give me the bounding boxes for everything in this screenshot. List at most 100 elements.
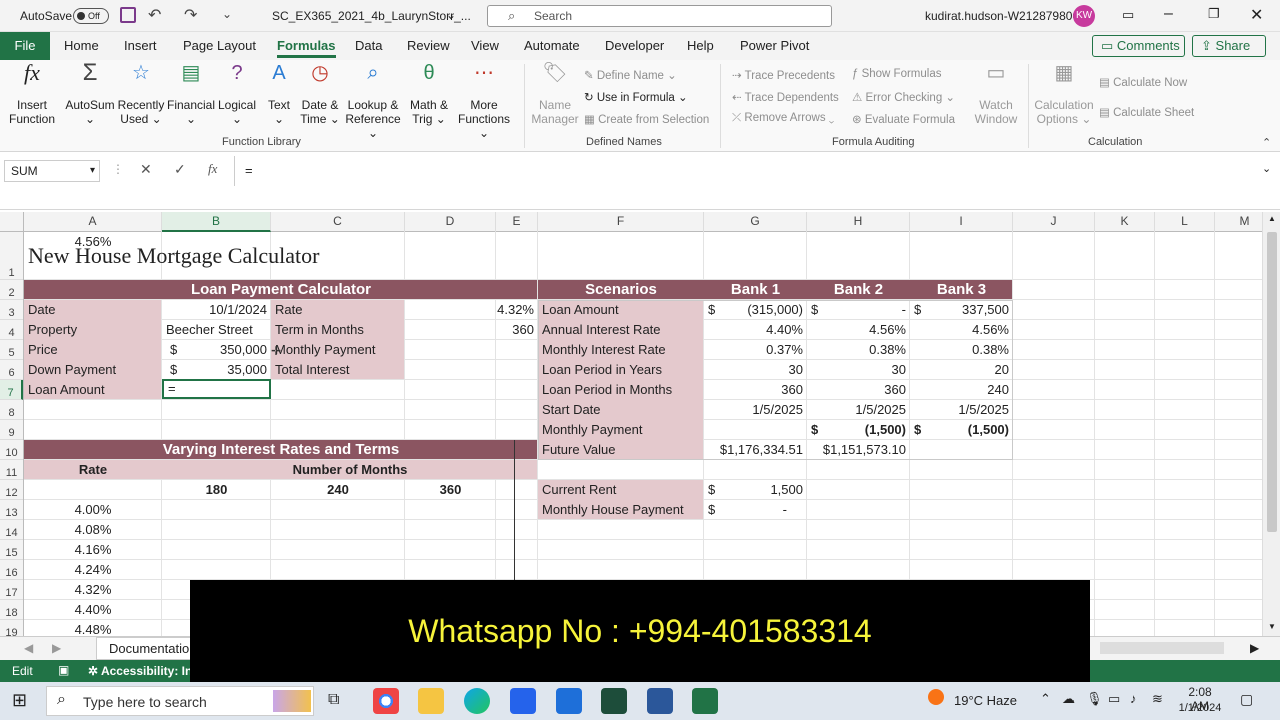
current-rent-label[interactable]: Current Rent: [538, 480, 704, 499]
define-name-button[interactable]: ✎ Define Name ⌄: [584, 68, 677, 82]
row-header-4[interactable]: 4: [0, 320, 23, 340]
formula-input[interactable]: =: [234, 156, 1274, 186]
total-interest-label[interactable]: Total Interest: [271, 360, 405, 379]
name-manager-button[interactable]: 🏷 Name Manager: [530, 63, 580, 126]
term-label[interactable]: Term in Months: [271, 320, 405, 339]
row-header-18[interactable]: 18: [0, 600, 23, 620]
insert-function-icon[interactable]: fx: [208, 161, 217, 177]
active-cell-loan-amount[interactable]: =: [162, 379, 271, 399]
battery-icon[interactable]: ▭: [1108, 691, 1120, 707]
excel-icon[interactable]: [692, 688, 718, 714]
column-header-d[interactable]: D: [405, 212, 496, 232]
row-header-2[interactable]: 2: [0, 280, 23, 300]
minimize-icon[interactable]: –: [1164, 5, 1173, 23]
notifications-icon[interactable]: ▢: [1240, 691, 1253, 708]
row-header-7[interactable]: 7: [0, 380, 23, 400]
rate-row[interactable]: 4.16%: [24, 540, 162, 559]
scenario-label[interactable]: Loan Period in Months: [538, 380, 704, 399]
tab-review[interactable]: Review: [407, 38, 450, 53]
use-in-formula-button[interactable]: ↻ Use in Formula ⌄: [584, 90, 688, 104]
term-240[interactable]: 240: [271, 480, 405, 499]
row-header-10[interactable]: 10: [0, 440, 23, 460]
row-header-1[interactable]: 1: [0, 232, 23, 280]
monthly-house-label[interactable]: Monthly House Payment: [538, 500, 704, 519]
term-180[interactable]: 180: [162, 480, 271, 499]
create-from-selection-button[interactable]: ▦ Create from Selection: [584, 112, 709, 126]
volume-icon[interactable]: ♪: [1130, 691, 1137, 706]
row-header-3[interactable]: 3: [0, 300, 23, 320]
tab-help[interactable]: Help: [687, 38, 714, 53]
monthly-payment-label[interactable]: Monthly Payment: [271, 340, 405, 359]
scenario-value[interactable]: 20: [910, 360, 1013, 379]
taskbar-search[interactable]: ⌕ Type here to search: [46, 686, 314, 716]
tab-file[interactable]: File: [0, 32, 50, 60]
loan-calc-header[interactable]: Loan Payment Calculator: [24, 280, 538, 299]
row-header-9[interactable]: 9: [0, 420, 23, 440]
scroll-down-icon[interactable]: ▼: [1268, 622, 1276, 631]
column-header-g[interactable]: G: [704, 212, 807, 232]
trace-precedents-button[interactable]: ⇢ Trace Precedents: [732, 68, 835, 82]
scenario-value[interactable]: 240: [910, 380, 1013, 399]
rate-row[interactable]: 4.32%: [24, 580, 162, 599]
insert-function-button[interactable]: fx Insert Function: [6, 62, 58, 127]
scenario-value[interactable]: 337,500: [910, 300, 1013, 319]
down-payment-label[interactable]: Down Payment: [24, 360, 162, 379]
scenario-value[interactable]: 30: [807, 360, 910, 379]
lookup-reference-button[interactable]: ⌕ Lookup & Reference ⌄: [342, 63, 404, 140]
chrome-icon[interactable]: [373, 688, 399, 714]
scenario-value[interactable]: 360: [807, 380, 910, 399]
name-box-chevron-icon[interactable]: ▾: [90, 161, 95, 181]
name-box[interactable]: SUM ▾: [4, 160, 100, 182]
date-label[interactable]: Date: [24, 300, 162, 319]
scenario-value[interactable]: $1,151,573.10: [807, 440, 910, 459]
row-header-16[interactable]: 16: [0, 560, 23, 580]
rate-row[interactable]: 4.08%: [24, 520, 162, 539]
ribbon-display-icon[interactable]: ▭: [1122, 7, 1134, 23]
scroll-right-icon[interactable]: ▶: [1250, 641, 1259, 655]
row-header-15[interactable]: 15: [0, 540, 23, 560]
scenario-value[interactable]: 4.40%: [704, 320, 807, 339]
rate-row[interactable]: 4.56%: [24, 232, 162, 251]
column-header-h[interactable]: H: [807, 212, 910, 232]
cancel-icon[interactable]: ✕: [140, 161, 152, 178]
scroll-up-icon[interactable]: ▲: [1268, 214, 1276, 223]
logical-button[interactable]: ? Logical ⌄: [214, 63, 260, 126]
avatar[interactable]: KW: [1073, 5, 1095, 27]
more-functions-button[interactable]: ⋯ More Functions ⌄: [452, 63, 516, 140]
autosum-button[interactable]: Σ AutoSum ⌄: [62, 61, 118, 127]
expand-formula-icon[interactable]: ⌄: [1262, 162, 1271, 175]
prev-sheet-icon[interactable]: ◀: [24, 641, 33, 655]
calculation-options-button[interactable]: ▦ Calculation Options ⌄: [1034, 63, 1094, 126]
clock-date[interactable]: 1/1/2024: [1178, 702, 1222, 714]
task-view-icon[interactable]: ⧉: [328, 691, 339, 709]
bank-header[interactable]: Bank 1: [704, 280, 807, 299]
worksheet-grid[interactable]: New House Mortgage Calculator Loan Paymen…: [24, 232, 1262, 636]
rate-row[interactable]: 4.48%: [24, 620, 162, 636]
row-header-5[interactable]: 5: [0, 340, 23, 360]
redo-icon[interactable]: ↷: [184, 5, 197, 25]
select-all-corner[interactable]: [0, 212, 24, 232]
price-label[interactable]: Price: [24, 340, 162, 359]
show-formulas-button[interactable]: ƒ Show Formulas: [852, 68, 941, 80]
accessibility-status[interactable]: ✲ Accessibility: Inve: [88, 664, 206, 678]
network-icon[interactable]: ☁: [1062, 691, 1075, 707]
term-value[interactable]: 360: [405, 320, 538, 339]
mail-icon[interactable]: [556, 688, 582, 714]
current-rent-value[interactable]: 1,500: [704, 480, 807, 499]
undo-icon[interactable]: ↶: [148, 5, 161, 25]
row-header-14[interactable]: 14: [0, 520, 23, 540]
tab-formulas[interactable]: Formulas: [277, 38, 336, 58]
scenario-value[interactable]: 4.56%: [910, 320, 1013, 339]
property-value[interactable]: Beecher Street: [162, 320, 271, 339]
calculate-sheet-button[interactable]: ▤ Calculate Sheet: [1099, 105, 1194, 119]
column-header-e[interactable]: E: [496, 212, 538, 232]
column-header-c[interactable]: C: [271, 212, 405, 232]
scenario-value[interactable]: 0.38%: [807, 340, 910, 359]
search-box[interactable]: ⌕ Search: [487, 5, 832, 27]
scenario-value[interactable]: 0.38%: [910, 340, 1013, 359]
scroll-thumb[interactable]: [1267, 232, 1277, 532]
app-icon[interactable]: [601, 688, 627, 714]
evaluate-formula-button[interactable]: ⊛ Evaluate Formula: [852, 112, 955, 126]
next-sheet-icon[interactable]: ▶: [52, 641, 61, 655]
bank-header[interactable]: Bank 2: [807, 280, 910, 299]
